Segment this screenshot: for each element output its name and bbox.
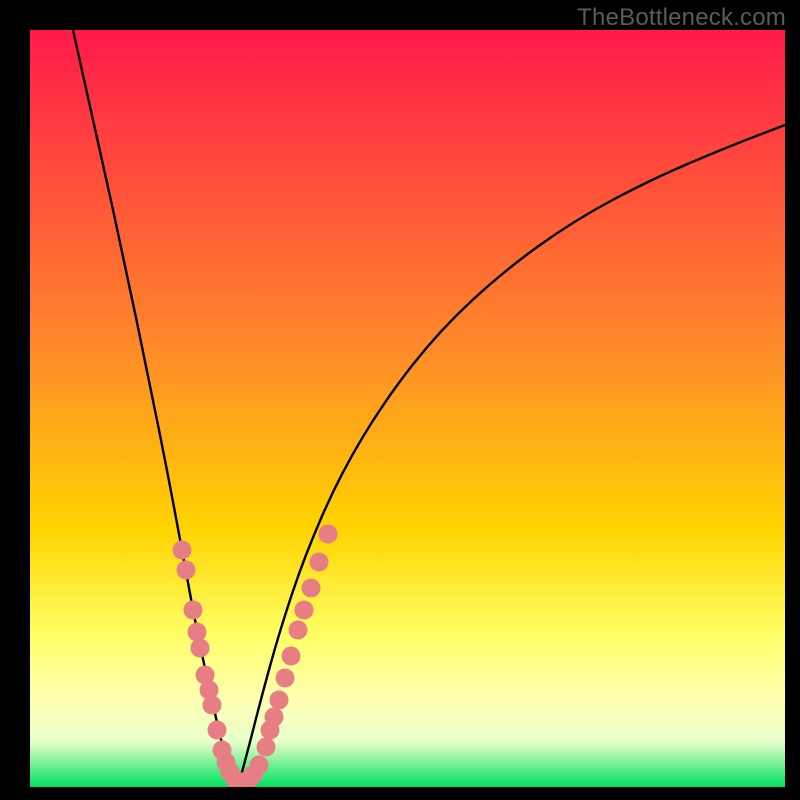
sample-dot — [250, 756, 269, 775]
watermark-text: TheBottleneck.com — [577, 4, 786, 32]
marker-layer — [30, 30, 785, 787]
sample-dot — [302, 579, 321, 598]
sample-dot — [310, 553, 329, 572]
sample-dot — [289, 621, 308, 640]
sample-dot — [191, 639, 210, 658]
sample-dot — [265, 708, 284, 727]
sample-dot — [319, 525, 338, 544]
sample-dot — [173, 541, 192, 560]
sample-dot — [295, 601, 314, 620]
sample-dot — [203, 696, 222, 715]
chart-plot-area — [30, 30, 785, 787]
sample-dot — [188, 623, 207, 642]
sample-dot — [276, 669, 295, 688]
sample-dot — [208, 721, 227, 740]
sample-dot — [257, 738, 276, 757]
sample-dot — [282, 647, 301, 666]
sample-dot — [270, 691, 289, 710]
sample-dot — [177, 561, 196, 580]
sample-dot — [184, 601, 203, 620]
